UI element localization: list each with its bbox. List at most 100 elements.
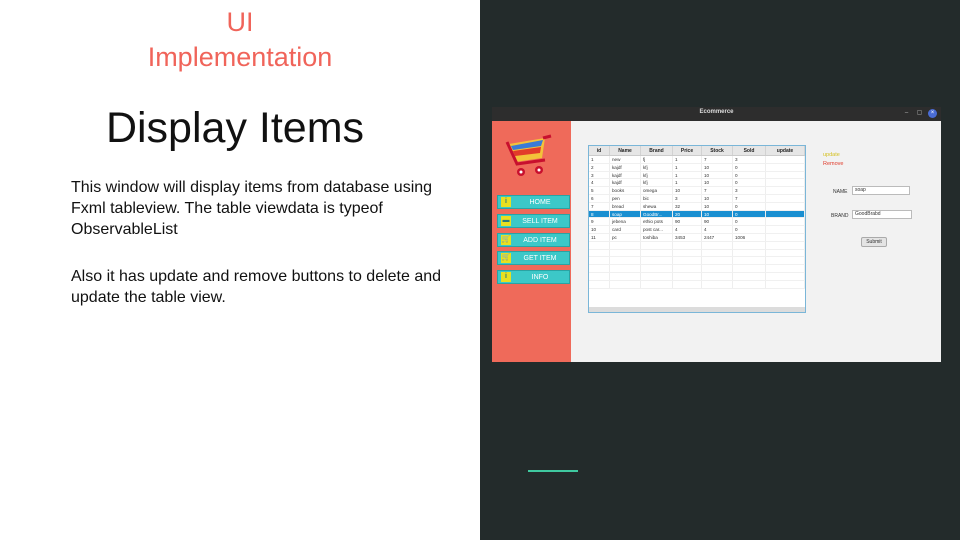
table-cell-empty <box>610 249 641 257</box>
table-scrollbar[interactable] <box>589 307 805 312</box>
table-cell-empty <box>702 280 733 288</box>
table-row-empty <box>589 272 805 281</box>
table-cell: 0 <box>733 163 766 171</box>
table-cell: 8 <box>589 210 610 218</box>
table-cell: 10 <box>702 163 733 171</box>
table-cell: bic <box>641 194 673 202</box>
column-header-price[interactable]: Price <box>673 146 702 155</box>
table-row[interactable]: 4 kajdf kfj 1 10 0 <box>589 179 805 188</box>
name-label: NAME <box>833 189 848 195</box>
column-header-update[interactable]: update <box>766 146 805 155</box>
nav-info-button[interactable]: i INFO <box>497 270 570 284</box>
table-cell: 6 <box>589 194 610 202</box>
column-header-sold[interactable]: Sold <box>733 146 766 155</box>
close-icon[interactable]: × <box>928 109 937 118</box>
brand-field[interactable]: GoodBrabd <box>852 210 912 219</box>
maximize-icon[interactable]: ▢ <box>915 109 924 118</box>
table-cell-empty <box>766 241 805 249</box>
table-cell: GoodBr... <box>641 210 673 218</box>
cart-icon: 🛒 <box>501 253 511 263</box>
brand-label: BRAND <box>831 213 849 219</box>
table-cell-empty <box>766 249 805 257</box>
table-row[interactable]: 3 kajdf kfj 1 10 0 <box>589 171 805 180</box>
table-cell: 32 <box>673 202 702 210</box>
table-cell-empty <box>702 272 733 280</box>
table-cell <box>766 171 805 179</box>
table-row[interactable]: 5 books omega 10 7 3 <box>589 187 805 195</box>
table-row[interactable]: 11 pc toshiba 3453 2447 1006 <box>589 233 805 242</box>
table-row[interactable]: 2 kajdf kfj 1 10 0 <box>589 163 805 172</box>
table-row[interactable]: 7 bread shewa 32 10 0 <box>589 202 805 211</box>
remove-link[interactable]: Remove <box>823 161 843 167</box>
table-cell: 1006 <box>733 233 766 241</box>
table-cell: 1 <box>673 163 702 171</box>
table-cell-empty <box>673 249 702 257</box>
table-cell: 0 <box>733 179 766 187</box>
slide-text-panel: UI Implementation Display Items This win… <box>0 0 480 540</box>
table-cell: 10 <box>702 202 733 210</box>
table-cell: 1 <box>673 179 702 187</box>
table-row[interactable]: 1 new fj 1 7 3 <box>589 156 805 164</box>
submit-button[interactable]: Submit <box>861 237 887 247</box>
table-cell-empty <box>702 241 733 249</box>
table-row-empty <box>589 265 805 273</box>
column-header-brand[interactable]: Brand <box>641 146 673 155</box>
table-cell-empty <box>733 265 766 272</box>
table-cell: 7 <box>702 156 733 163</box>
table-cell: 90 <box>673 218 702 226</box>
table-cell-empty <box>673 241 702 249</box>
name-field[interactable]: soap <box>852 186 910 195</box>
table-cell: 3 <box>589 171 610 179</box>
nav-home-button[interactable]: i HOME <box>497 195 570 209</box>
table-cell: soap <box>610 210 641 218</box>
table-cell: post car... <box>641 226 673 233</box>
nav-label: GET ITEM <box>523 254 557 262</box>
cart-logo-icon <box>505 134 552 176</box>
nav-label: ADD ITEM <box>523 236 557 244</box>
app-sidebar: i HOME ▬ SELL ITEM 🛒 ADD ITEM 🛒 GET ITEM… <box>492 121 571 362</box>
table-cell-empty <box>766 265 805 272</box>
table-cell: 2447 <box>702 233 733 241</box>
table-cell: 5 <box>589 187 610 194</box>
table-header: id Name Brand Price Stock Sold update <box>589 146 805 156</box>
table-cell: 3 <box>733 187 766 194</box>
table-cell: 0 <box>733 202 766 210</box>
table-cell: kfj <box>641 179 673 187</box>
table-row[interactable]: 6 pen bic 3 10 7 <box>589 194 805 203</box>
items-table[interactable]: id Name Brand Price Stock Sold update 1n… <box>588 145 806 313</box>
table-cell-empty <box>610 272 641 280</box>
table-cell: 4 <box>589 179 610 187</box>
table-row[interactable]: 9 jebena ethio pots 90 90 0 <box>589 218 805 227</box>
update-link[interactable]: update <box>823 152 843 158</box>
slide-kicker-sub: Implementation <box>147 42 333 72</box>
table-cell-empty <box>610 280 641 288</box>
nav-label: HOME <box>529 198 551 206</box>
table-cell: fj <box>641 156 673 163</box>
nav-add-item-button[interactable]: 🛒 ADD ITEM <box>497 233 570 247</box>
nav-label: SELL ITEM <box>522 217 558 225</box>
table-cell: 0 <box>733 218 766 226</box>
table-cell: 7 <box>589 202 610 210</box>
table-row[interactable]: 10 card post car... 4 4 0 <box>589 226 805 234</box>
table-cell-empty <box>733 272 766 280</box>
table-cell-empty <box>702 249 733 257</box>
table-row[interactable]: 8 soap GoodBr... 20 10 0 <box>589 210 805 219</box>
table-cell: 3 <box>673 194 702 202</box>
nav-sell-item-button[interactable]: ▬ SELL ITEM <box>497 214 570 228</box>
table-cell-empty <box>766 280 805 288</box>
table-body: 1 new fj 1 7 3 2 kajdf kfj 1 10 0 3 kajdf kfj 1 10 0 4 kajd… <box>589 156 805 289</box>
minimize-icon[interactable]: – <box>902 109 911 118</box>
table-row-empty <box>589 249 805 258</box>
column-header-name[interactable]: Name <box>610 146 641 155</box>
column-header-id[interactable]: id <box>589 146 610 155</box>
table-cell-empty <box>766 257 805 265</box>
table-cell-empty <box>589 280 610 288</box>
column-header-stock[interactable]: Stock <box>702 146 733 155</box>
table-cell: 0 <box>733 226 766 233</box>
table-cell-empty <box>766 272 805 280</box>
slide-kicker: UI <box>226 7 254 37</box>
table-cell-empty <box>589 272 610 280</box>
table-cell: kajdf <box>610 163 641 171</box>
table-cell <box>766 233 805 241</box>
nav-get-item-button[interactable]: 🛒 GET ITEM <box>497 251 570 265</box>
